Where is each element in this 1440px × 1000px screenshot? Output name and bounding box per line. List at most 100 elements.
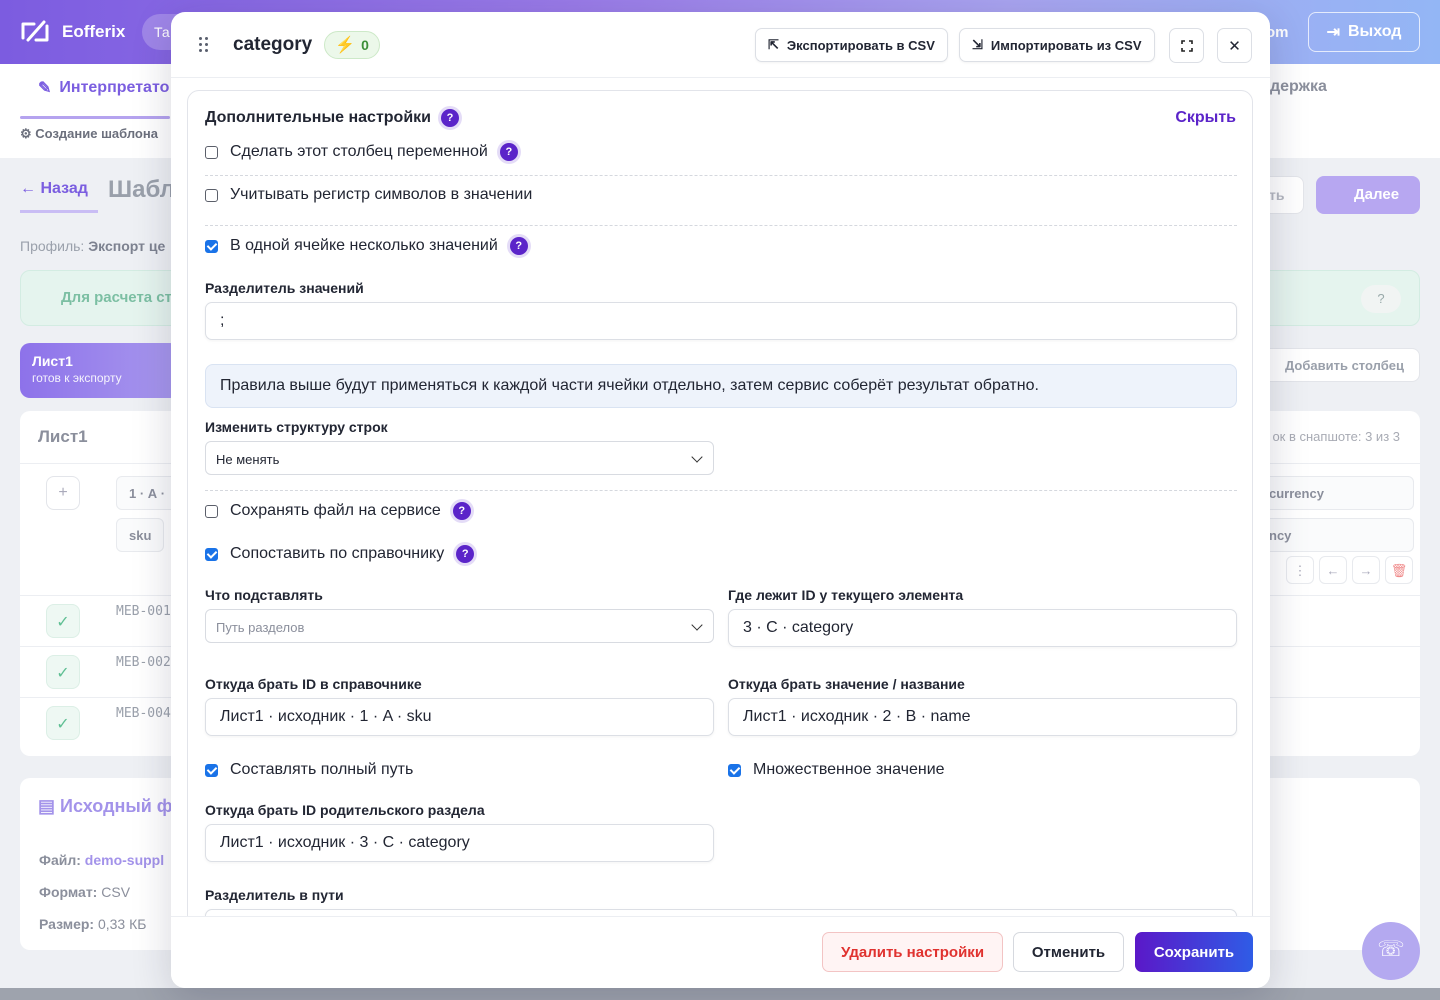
dict-id-input[interactable]: Лист1 · исходник · 1 · A · sku bbox=[205, 698, 714, 736]
checkbox-row-case[interactable]: Учитывать регистр символов в значении bbox=[205, 186, 532, 204]
structure-label: Изменить структуру строк bbox=[205, 419, 388, 435]
fullscreen-button[interactable] bbox=[1169, 28, 1204, 63]
source-title: ▤ Исходный ф bbox=[38, 796, 173, 817]
column-chip[interactable]: currency bbox=[1256, 476, 1414, 510]
checkbox-save-file-label: Сохранять файл на сервисе bbox=[230, 502, 441, 519]
path-separator-label: Разделитель в пути bbox=[205, 887, 344, 903]
next-button[interactable]: Далее bbox=[1316, 176, 1420, 214]
gear-icon: ⚙ bbox=[20, 126, 32, 141]
checkbox-row-save-file[interactable]: Сохранять файл на сервисе ? bbox=[205, 502, 471, 520]
separator-input[interactable]: ; bbox=[205, 302, 1237, 340]
column-chip[interactable]: 1 · А · bbox=[116, 476, 179, 510]
logo-icon bbox=[21, 20, 49, 42]
info-note: Правила выше будут применяться к каждой … bbox=[205, 364, 1237, 408]
banner-help-icon[interactable]: ? bbox=[1361, 285, 1401, 313]
check-icon: ✓ bbox=[46, 655, 80, 689]
path-separator-input[interactable] bbox=[205, 909, 1237, 916]
where-id-input[interactable]: 3 · C · category bbox=[728, 609, 1237, 647]
checkbox-row-dictionary[interactable]: Сопоставить по справочнику ? bbox=[205, 545, 475, 563]
modal-body[interactable]: Дополнительные настройки ? Скрыть Сделат… bbox=[171, 78, 1270, 916]
checkbox-multi-label: В одной ячейке несколько значений bbox=[230, 237, 498, 254]
dict-value-label: Откуда брать значение / название bbox=[728, 676, 965, 692]
sheet-chip-status: готов к экспорту bbox=[32, 371, 122, 385]
add-row-button[interactable]: + bbox=[46, 476, 80, 510]
help-icon[interactable]: ? bbox=[452, 502, 471, 520]
checkbox-row-full-path[interactable]: Составлять полный путь bbox=[205, 761, 413, 779]
logout-button[interactable]: ⇥ Выход bbox=[1308, 12, 1420, 52]
drag-icon[interactable]: ⋮ bbox=[1286, 556, 1314, 584]
checkbox-dictionary[interactable] bbox=[205, 547, 218, 561]
checkbox-multi[interactable] bbox=[205, 239, 218, 253]
checkbox-full-path[interactable] bbox=[205, 763, 218, 777]
bottom-strip bbox=[0, 988, 1440, 1000]
help-icon[interactable]: ? bbox=[456, 545, 475, 563]
check-icon: ✓ bbox=[46, 706, 80, 740]
source-file-label: Файл: bbox=[39, 852, 81, 868]
hide-link[interactable]: Скрыть bbox=[1175, 109, 1236, 127]
import-csv-label: Импортировать из CSV bbox=[990, 37, 1142, 53]
back-underline bbox=[20, 210, 98, 213]
export-file-icon: ⇱ bbox=[768, 37, 779, 52]
checkbox-full-path-label: Составлять полный путь bbox=[230, 761, 414, 778]
import-csv-button[interactable]: ⇲ Импортировать из CSV bbox=[959, 28, 1155, 62]
source-format-line: Формат: CSV bbox=[39, 884, 130, 900]
checkbox-row-multi[interactable]: В одной ячейке несколько значений ? bbox=[205, 237, 528, 255]
checkbox-multiple[interactable] bbox=[728, 763, 741, 777]
dict-value-input[interactable]: Лист1 · исходник · 2 · B · name bbox=[728, 698, 1237, 736]
chevron-down-icon bbox=[691, 619, 703, 631]
separator-label: Разделитель значений bbox=[205, 280, 364, 296]
add-column-button[interactable]: Добавить столбец bbox=[1262, 348, 1420, 382]
banner-text: Для расчета ст bbox=[61, 289, 172, 306]
help-icon[interactable]: ? bbox=[509, 237, 528, 255]
bolt-icon: ⚡ bbox=[335, 37, 356, 54]
help-icon[interactable]: ? bbox=[499, 143, 518, 161]
tab-support[interactable]: держка bbox=[1270, 78, 1327, 96]
panel-title: Дополнительные настройки ? bbox=[205, 109, 459, 127]
checkbox-row-multiple[interactable]: Множественное значение bbox=[728, 761, 945, 779]
parent-id-label: Откуда брать ID родительского раздела bbox=[205, 802, 485, 818]
drag-handle-icon[interactable] bbox=[199, 37, 211, 53]
sheet-chip[interactable]: Лист1 готов к экспорту bbox=[20, 343, 180, 398]
source-file-link[interactable]: demo-suppl bbox=[85, 852, 164, 868]
column-chip[interactable]: ncy bbox=[1256, 518, 1414, 552]
parent-id-input[interactable]: Лист1 · исходник · 3 · C · category bbox=[205, 824, 714, 862]
back-link[interactable]: ← Назад bbox=[20, 180, 88, 198]
next-label: Далее bbox=[1354, 186, 1400, 203]
help-icon[interactable]: ? bbox=[441, 109, 459, 127]
export-csv-button[interactable]: ⇱ Экспортировать в CSV bbox=[755, 28, 948, 62]
rules-count-badge: ⚡ 0 bbox=[324, 31, 380, 59]
delete-settings-button[interactable]: Удалить настройки bbox=[822, 932, 1003, 972]
support-headset-icon[interactable]: ☏ bbox=[1362, 922, 1420, 980]
modal-title: category bbox=[233, 34, 313, 55]
what-select[interactable]: Путь разделов bbox=[205, 609, 714, 643]
checkbox-row-variable[interactable]: Сделать этот столбец переменной ? bbox=[205, 143, 518, 161]
trash-icon[interactable]: 🗑 bbox=[1385, 556, 1413, 584]
check-icon: ✓ bbox=[46, 604, 80, 638]
cancel-button[interactable]: Отменить bbox=[1013, 932, 1124, 972]
column-chip[interactable]: sku bbox=[116, 518, 165, 552]
sheet-chip-name: Лист1 bbox=[32, 353, 73, 369]
structure-select[interactable]: Не менять bbox=[205, 441, 714, 475]
back-label: Назад bbox=[40, 180, 88, 197]
structure-select-value: Не менять bbox=[216, 452, 280, 467]
table-title: Лист1 bbox=[38, 427, 88, 446]
checkbox-case[interactable] bbox=[205, 188, 218, 202]
tab-interpreter[interactable]: ✎ Интерпретато bbox=[38, 78, 169, 98]
divider bbox=[205, 225, 1237, 226]
advanced-settings-panel: Дополнительные настройки ? Скрыть Сделат… bbox=[187, 90, 1253, 916]
checkbox-multiple-label: Множественное значение bbox=[753, 761, 945, 778]
brand-logo[interactable]: Eofferix bbox=[20, 18, 125, 46]
save-button[interactable]: Сохранить bbox=[1135, 932, 1253, 972]
import-file-icon: ⇲ bbox=[972, 37, 983, 52]
close-button[interactable]: ✕ bbox=[1217, 28, 1252, 63]
logout-label: Выход bbox=[1347, 23, 1402, 40]
snapshot-count: ок в снапшоте: 3 из 3 bbox=[1272, 429, 1400, 444]
dict-id-label: Откуда брать ID в справочнике bbox=[205, 676, 422, 692]
checkbox-save-file[interactable] bbox=[205, 504, 218, 518]
checkbox-variable[interactable] bbox=[205, 145, 218, 159]
arrow-left-icon[interactable]: ← bbox=[1319, 556, 1347, 584]
source-title-text: Исходный ф bbox=[60, 796, 173, 816]
column-settings-modal: category ⚡ 0 ⇱ Экспортировать в CSV ⇲ Им… bbox=[171, 12, 1270, 988]
arrow-right-icon[interactable]: → bbox=[1352, 556, 1380, 584]
checkbox-case-label: Учитывать регистр символов в значении bbox=[230, 186, 533, 203]
